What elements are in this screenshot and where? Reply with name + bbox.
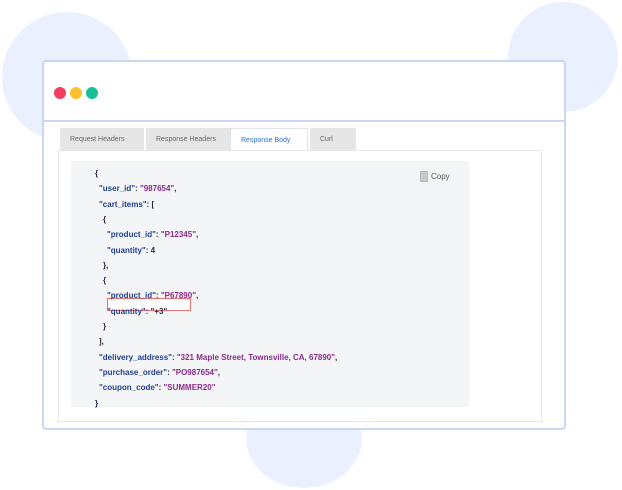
json-line: "user_id": "987654", (99, 184, 176, 193)
json-line-highlighted: "quantity": "+3" (107, 307, 167, 316)
json-value: "P67890" (160, 291, 196, 301)
json-punctuation: , (195, 291, 199, 301)
json-punctuation: } (95, 398, 99, 408)
json-line: "cart_items": [ (99, 200, 154, 209)
json-key: "product_id" (107, 230, 156, 240)
json-key: "user_id" (99, 184, 136, 194)
copy-icon (420, 171, 428, 182)
json-key: "cart_items" (99, 199, 147, 209)
tab-response-headers[interactable]: Response Headers (146, 128, 230, 152)
json-line: "quantity": 4 (107, 246, 155, 255)
json-key: "quantity" (107, 245, 146, 255)
json-punctuation: , (335, 352, 338, 362)
json-line: { (103, 215, 106, 224)
json-line: "product_id": "P67890", (107, 291, 198, 300)
json-key: "product_id" (107, 291, 156, 301)
tab-curl[interactable]: Curl (310, 128, 356, 152)
json-line: "coupon_code": "SUMMER20" (99, 383, 216, 392)
json-punctuation: : [ (146, 199, 155, 209)
json-line: { (95, 169, 98, 178)
json-punctuation: , (195, 230, 199, 240)
json-value: "987654" (139, 184, 175, 194)
json-punctuation: { (103, 214, 107, 224)
json-line: "delivery_address": "321 Maple Street, T… (99, 353, 337, 362)
json-key: "delivery_address" (99, 352, 172, 362)
json-code-block: Copy {"user_id": "987654", "cart_items": … (71, 161, 469, 408)
json-punctuation: { (95, 169, 99, 178)
json-line: "purchase_order": "PO987654", (99, 368, 220, 377)
json-value: 4 (150, 245, 156, 255)
json-key: "purchase_order" (99, 367, 168, 377)
json-punctuation: } (103, 322, 107, 331)
json-punctuation: , (174, 184, 177, 194)
minimize-window-dot-icon[interactable] (70, 87, 82, 99)
tab-response-body[interactable]: Response Body (230, 128, 308, 152)
close-window-dot-icon[interactable] (54, 87, 66, 99)
json-key: "quantity" (107, 306, 146, 316)
browser-window: Request Headers Response Headers Respons… (42, 60, 566, 430)
window-titlebar (44, 62, 564, 122)
json-key: "coupon_code" (99, 383, 159, 393)
copy-label: Copy (431, 172, 450, 181)
response-body-panel: Copy {"user_id": "987654", "cart_items": … (58, 150, 542, 422)
json-line: ], (99, 337, 104, 346)
json-punctuation: , (217, 367, 221, 377)
json-punctuation: ], (99, 337, 104, 347)
json-line: { (103, 276, 106, 285)
json-punctuation: { (103, 276, 107, 286)
json-punctuation: }, (103, 260, 109, 270)
json-value: "SUMMER20" (163, 383, 216, 393)
json-line: } (95, 399, 98, 408)
json-value: "+3" (150, 306, 168, 316)
copy-button[interactable]: Copy (420, 171, 450, 182)
json-line: }, (103, 261, 108, 270)
json-value: "321 Maple Street, Townsville, CA, 67890… (176, 352, 336, 362)
tab-request-headers[interactable]: Request Headers (60, 128, 144, 152)
json-line: } (103, 322, 106, 331)
json-value: "PO987654" (171, 367, 218, 377)
maximize-window-dot-icon[interactable] (86, 87, 98, 99)
json-value: "P12345" (160, 230, 196, 240)
json-line: "product_id": "P12345", (107, 230, 198, 239)
